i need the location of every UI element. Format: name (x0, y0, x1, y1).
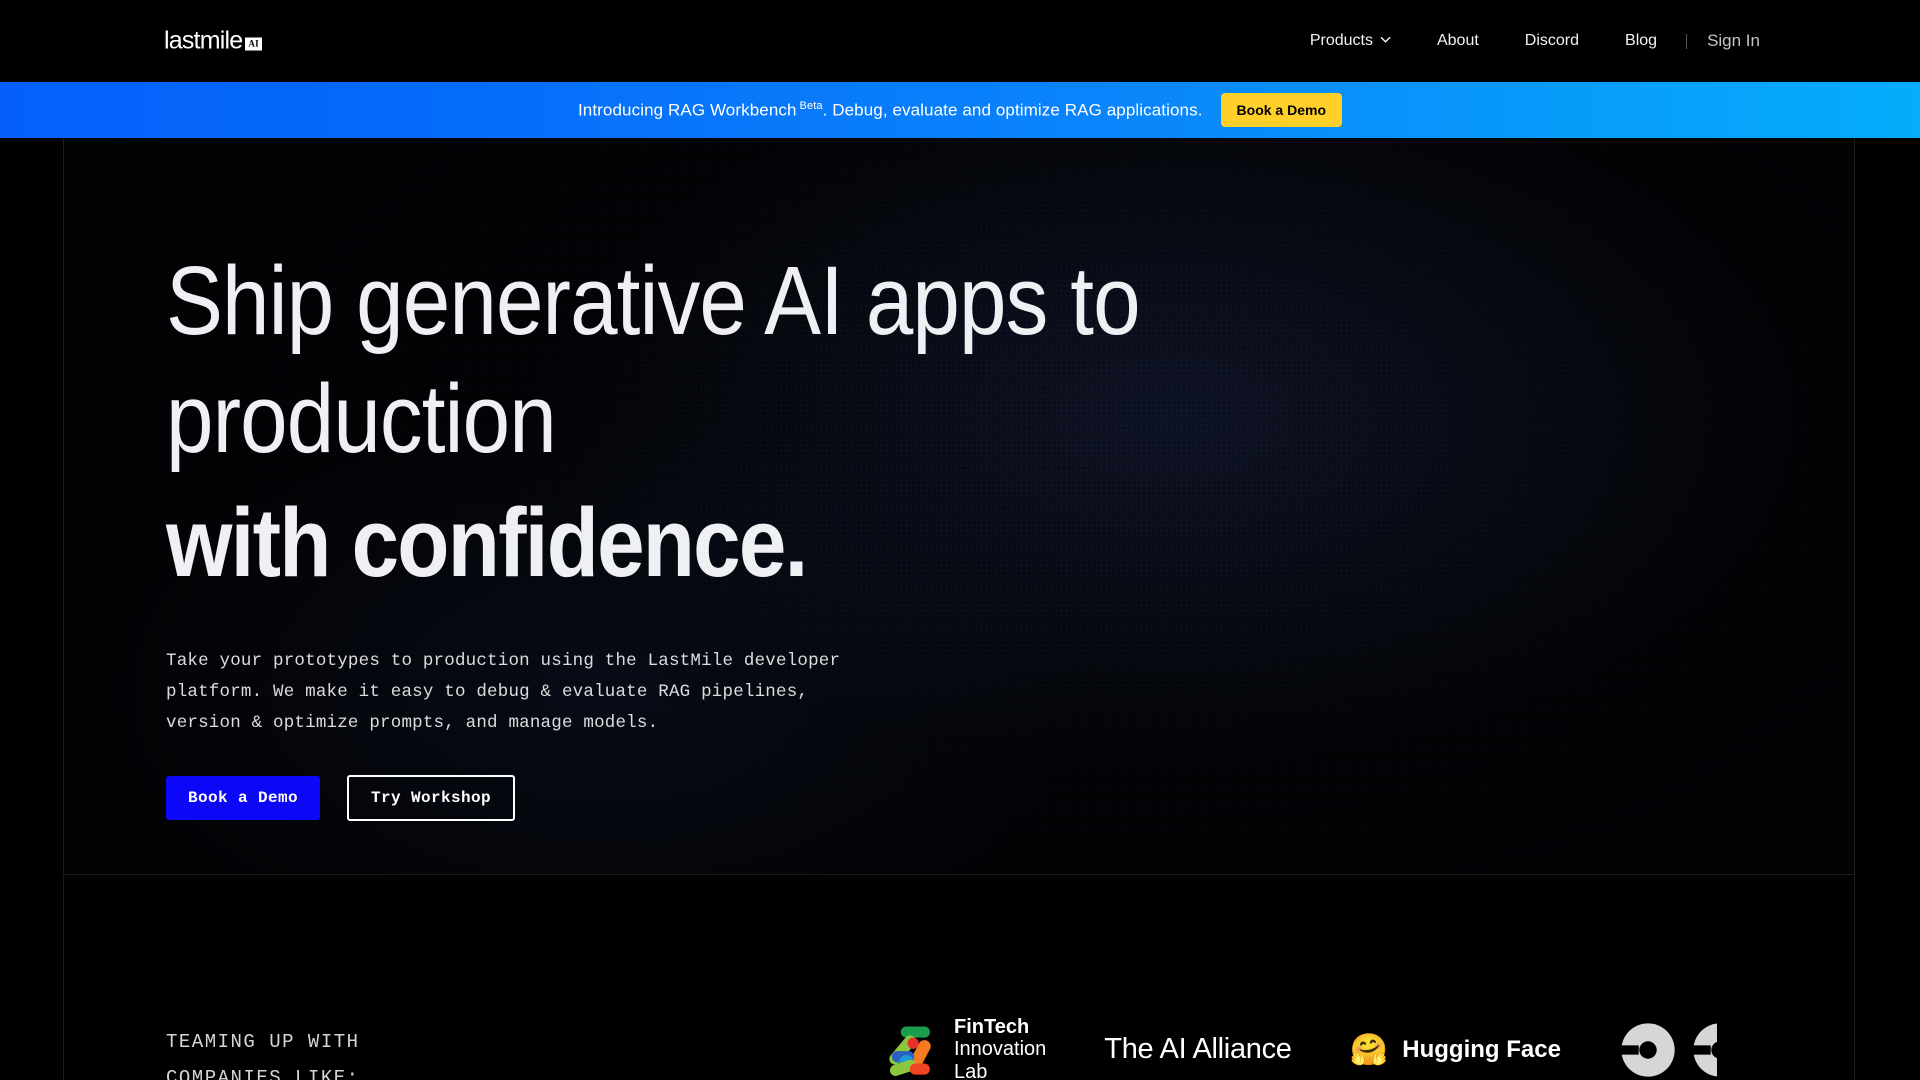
hugging-face-icon: 🤗 (1349, 1032, 1389, 1068)
partners-section: TEAMING UP WITH COMPANIES LIKE: FinTech … (63, 876, 1855, 1080)
hero-content: Ship generative AI apps to production wi… (166, 242, 1272, 821)
hero-book-a-demo-button[interactable]: Book a Demo (166, 776, 321, 820)
logo-wordmark: lastmile (164, 26, 243, 55)
nav-divider (1686, 33, 1688, 49)
the-ai-alliance-wordmark: The AI Alliance (1104, 1033, 1292, 1066)
announcement-banner: Introducing RAG Workbench Beta. Debug, ev… (0, 82, 1920, 138)
announcement-banner-content: Introducing RAG Workbench Beta. Debug, ev… (578, 93, 1343, 127)
nav-item-products-label: Products (1309, 32, 1373, 49)
top-navigation-bar: lastmile AI Products About Discord Blog … (0, 0, 1920, 82)
nav-item-blog-label: Blog (1625, 32, 1658, 49)
hugging-face-wordmark: Hugging Face (1402, 1035, 1561, 1063)
hero-try-workshop-button[interactable]: Try Workshop (347, 775, 516, 821)
headline-line-1: Ship generative AI apps to (166, 246, 1141, 355)
headline-line-3: with confidence. (166, 488, 808, 597)
partner-logo-row: FinTech Innovation Lab The AI Alliance 🤗… (884, 1016, 1717, 1080)
fintech-line-1: FinTech (954, 1016, 1030, 1038)
site-logo[interactable]: lastmile AI (164, 26, 262, 55)
headline-line-2: production (166, 364, 557, 473)
nav-item-about[interactable]: About (1414, 33, 1502, 49)
page-root: lastmile AI Products About Discord Blog … (0, 0, 1920, 1080)
nav-item-discord-label: Discord (1524, 32, 1580, 49)
announcement-text-after: . Debug, evaluate and optimize RAG appli… (822, 100, 1203, 120)
page-title: Ship generative AI apps to production wi… (166, 242, 1141, 602)
primary-nav-links: Products About Discord Blog Sign In (1287, 31, 1772, 51)
banner-book-a-demo-button[interactable]: Book a Demo (1220, 93, 1343, 127)
announcement-text: Introducing RAG Workbench Beta. Debug, ev… (578, 100, 1203, 121)
hero-cta-row: Book a Demo Try Workshop (166, 775, 1272, 821)
nav-item-discord[interactable]: Discord (1502, 33, 1602, 49)
announcement-text-before: Introducing RAG Workbench (577, 100, 797, 120)
logo-ai-badge: AI (245, 37, 262, 51)
partners-label: TEAMING UP WITH COMPANIES LIKE: (166, 1031, 360, 1080)
partner-fintech-innovation-lab[interactable]: FinTech Innovation Lab (884, 1016, 1046, 1080)
partner-the-ai-alliance[interactable]: The AI Alliance (1104, 1033, 1292, 1066)
fintech-line-3: Lab (954, 1060, 988, 1080)
nav-item-blog[interactable]: Blog (1602, 33, 1680, 49)
sign-in-link[interactable]: Sign In (1693, 31, 1772, 51)
partner-circleci[interactable] (1618, 1021, 1717, 1079)
beta-superscript: Beta (799, 99, 823, 112)
fintech-innovation-lab-icon (884, 1022, 940, 1078)
nav-item-products[interactable]: Products (1287, 33, 1414, 49)
circleci-icon (1618, 1021, 1677, 1079)
nav-item-about-label: About (1436, 32, 1479, 49)
hero-subtext: Take your prototypes to production using… (166, 651, 841, 733)
fintech-innovation-lab-wordmark: FinTech Innovation Lab (954, 1016, 1046, 1080)
partner-hugging-face[interactable]: 🤗 Hugging Face (1350, 1034, 1561, 1065)
hero-section: Ship generative AI apps to production wi… (63, 138, 1855, 875)
circleci-icon-clipped (1690, 1021, 1717, 1079)
chevron-down-icon (1380, 34, 1391, 45)
fintech-line-2: Innovation (954, 1038, 1047, 1061)
